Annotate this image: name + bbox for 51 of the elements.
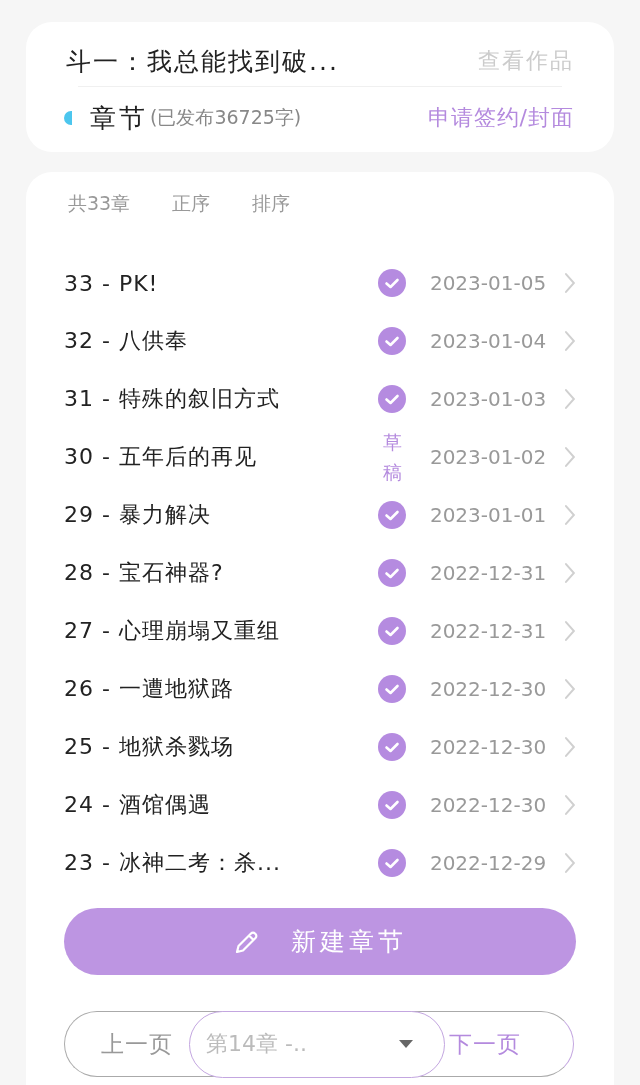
chapter-date: 2022-12-30 bbox=[428, 735, 547, 759]
chevron-right-icon bbox=[564, 330, 576, 352]
dropdown-caret-icon bbox=[398, 1039, 414, 1049]
section-label: 章节 bbox=[90, 101, 148, 135]
chapter-title: 31 - 特殊的叙旧方式 bbox=[64, 385, 281, 413]
chapter-date: 2023-01-01 bbox=[428, 503, 547, 527]
chevron-right-icon bbox=[564, 504, 576, 526]
chevron-right-icon bbox=[564, 388, 576, 410]
chapter-date: 2023-01-04 bbox=[428, 329, 547, 353]
chevron-right-icon bbox=[564, 620, 576, 642]
chapter-title: 30 - 五年后的再见 bbox=[64, 443, 258, 471]
chapter-date: 2022-12-31 bbox=[428, 561, 547, 585]
chapter-row[interactable]: 31 - 特殊的叙旧方式 2023-01-03 bbox=[64, 370, 576, 428]
chapter-row[interactable]: 27 - 心理崩塌又重组 2022-12-31 bbox=[64, 602, 576, 660]
section-marker-icon bbox=[64, 111, 72, 125]
chapter-title: 32 - 八供奉 bbox=[64, 327, 189, 355]
chapter-date: 2022-12-29 bbox=[428, 851, 547, 875]
chevron-right-icon bbox=[564, 678, 576, 700]
chapter-row[interactable]: 32 - 八供奉 2023-01-04 bbox=[64, 312, 576, 370]
chapter-row[interactable]: 28 - 宝石神器? 2022-12-31 bbox=[64, 544, 576, 602]
word-count: (已发布36725字) bbox=[150, 105, 302, 130]
chapter-title: 28 - 宝石神器? bbox=[64, 559, 225, 587]
chapter-date: 2023-01-03 bbox=[428, 387, 547, 411]
chapter-row[interactable]: 26 - 一遭地狱路 2022-12-30 bbox=[64, 660, 576, 718]
chapter-date: 2022-12-31 bbox=[428, 619, 547, 643]
chevron-right-icon bbox=[564, 736, 576, 758]
chevron-right-icon bbox=[564, 562, 576, 584]
chevron-right-icon bbox=[564, 852, 576, 874]
chapter-title: 27 - 心理崩塌又重组 bbox=[64, 617, 281, 645]
chevron-right-icon bbox=[564, 794, 576, 816]
chapter-title: 26 - 一遭地狱路 bbox=[64, 675, 235, 703]
chapter-title: 29 - 暴力解决 bbox=[64, 501, 212, 529]
work-title: 斗一：我总能找到破... bbox=[66, 45, 339, 78]
chapter-row[interactable]: 23 - 冰神二考：杀... 2022-12-29 bbox=[64, 834, 576, 892]
draft-label: 草稿 bbox=[382, 429, 402, 485]
chapter-date: 2022-12-30 bbox=[428, 677, 547, 701]
chapter-count: 共33章 bbox=[68, 191, 131, 216]
chapter-title: 23 - 冰神二考：杀... bbox=[64, 849, 282, 877]
chapter-title: 24 - 酒馆偶遇 bbox=[64, 791, 212, 819]
chevron-right-icon bbox=[564, 272, 576, 294]
chapter-date: 2023-01-05 bbox=[428, 271, 547, 295]
chapter-row[interactable]: 25 - 地狱杀戮场 2022-12-30 bbox=[64, 718, 576, 776]
chapter-row[interactable]: 30 - 五年后的再见 草稿 2023-01-02 bbox=[64, 428, 576, 486]
chapter-title: 33 - PK! bbox=[64, 270, 160, 296]
chapter-date: 2022-12-30 bbox=[428, 793, 547, 817]
chapter-row[interactable]: 33 - PK! 2023-01-05 bbox=[64, 254, 576, 312]
chevron-right-icon bbox=[564, 446, 576, 468]
chapter-row[interactable]: 29 - 暴力解决 2023-01-01 bbox=[64, 486, 576, 544]
chapter-date: 2023-01-02 bbox=[428, 445, 547, 469]
chapter-row[interactable]: 24 - 酒馆偶遇 2022-12-30 bbox=[64, 776, 576, 834]
chapter-title: 25 - 地狱杀戮场 bbox=[64, 733, 235, 761]
